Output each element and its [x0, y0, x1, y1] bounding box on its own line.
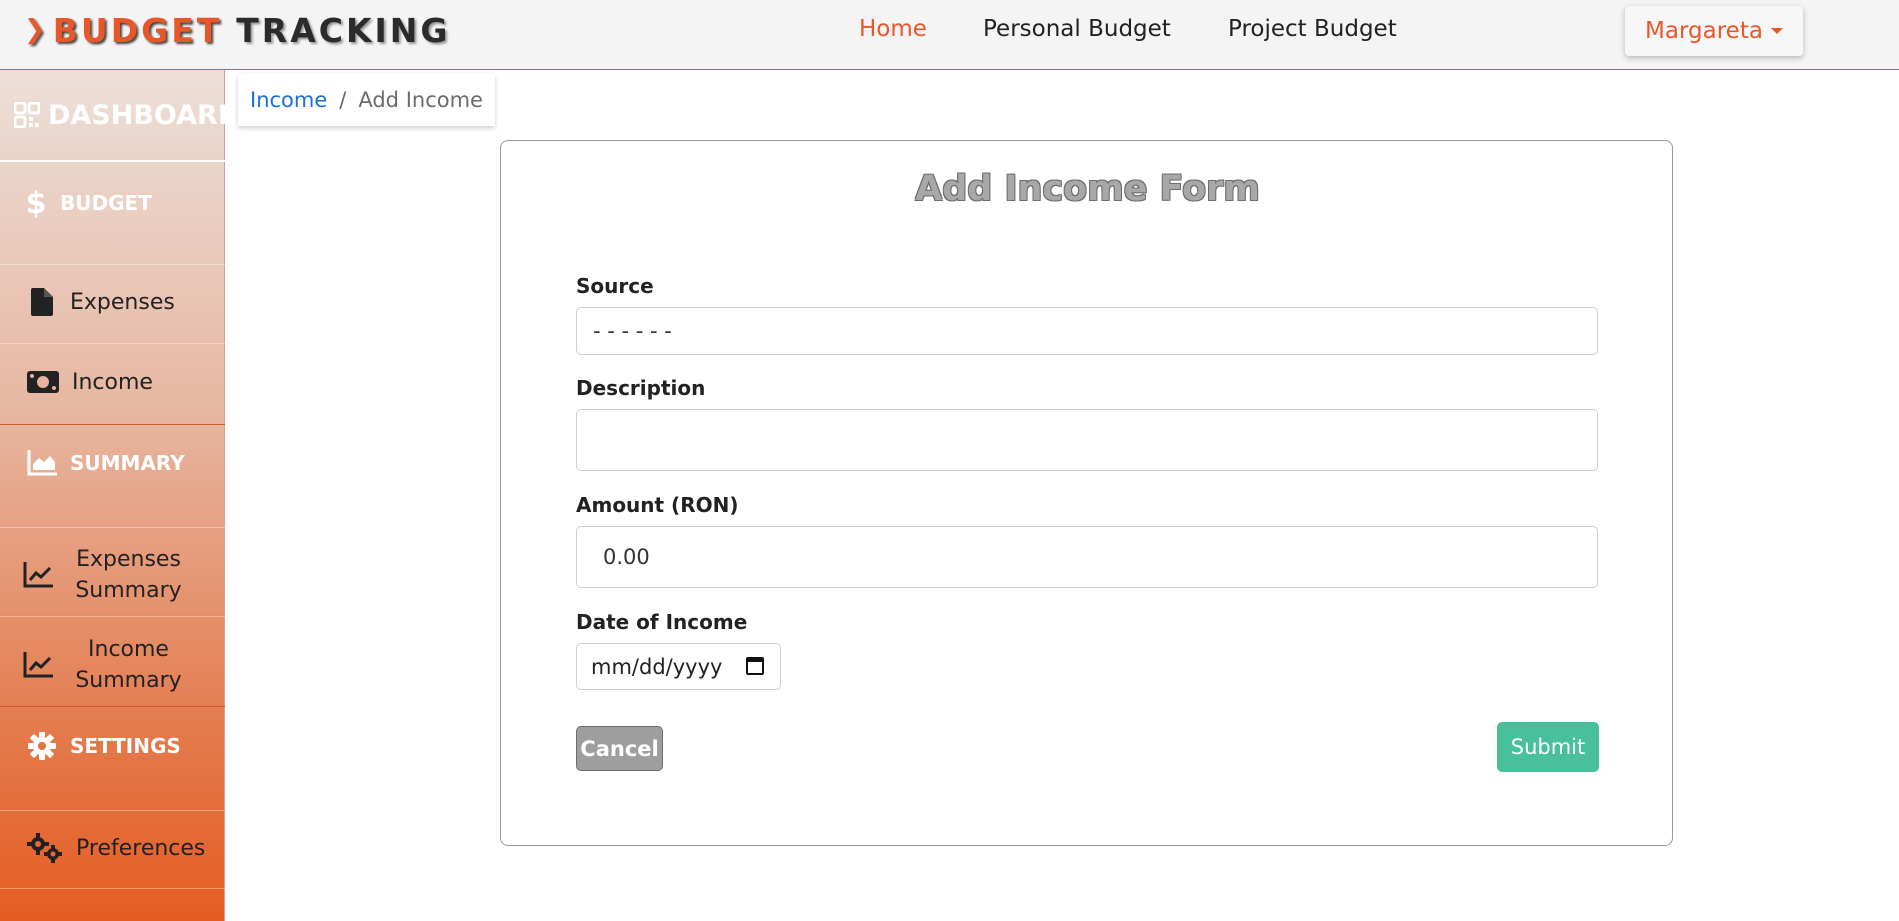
source-select-value: - - - - - - — [593, 319, 672, 343]
amount-input-value: 0.00 — [603, 545, 650, 569]
sidebar-item-label-line2: Summary — [75, 578, 182, 603]
nav-personal-budget-link[interactable]: Personal Budget — [983, 16, 1171, 42]
chart-area-icon — [26, 447, 58, 479]
sidebar: DASHBOARD $ BUDGET Expenses Income SUMMA… — [0, 70, 240, 921]
dashboard-icon — [13, 101, 41, 129]
sidebar-item-summary[interactable]: SUMMARY — [0, 433, 225, 493]
sidebar-divider — [0, 810, 225, 811]
sidebar-item-label: SETTINGS — [70, 734, 181, 758]
date-input-placeholder: mm/dd/yyyy — [591, 654, 723, 679]
sidebar-divider — [0, 343, 225, 344]
file-icon — [26, 286, 58, 318]
sidebar-divider — [0, 424, 225, 425]
sidebar-dashboard-label: DASHBOARD — [48, 99, 241, 131]
user-menu-button[interactable]: Margareta — [1625, 6, 1803, 56]
gear-icon — [26, 730, 58, 762]
amount-input[interactable]: 0.00 — [576, 526, 1598, 588]
caret-down-icon — [1770, 28, 1783, 34]
source-label: Source — [576, 274, 654, 298]
sidebar-item-settings[interactable]: SETTINGS — [0, 716, 225, 776]
date-label: Date of Income — [576, 610, 748, 634]
dollar-icon: $ — [25, 185, 47, 221]
sidebar-item-income[interactable]: Income — [0, 350, 225, 414]
source-select[interactable]: - - - - - - — [576, 307, 1598, 355]
sidebar-item-label-line1: Expenses — [76, 547, 181, 572]
sidebar-item-label-line1: Income — [88, 637, 169, 662]
top-navbar: ❯ BUDGET TRACKING Home Personal Budget P… — [0, 0, 1899, 70]
breadcrumb: Income / Add Income — [238, 74, 495, 126]
add-income-form-card: Add Income Form Source - - - - - - Descr… — [500, 140, 1673, 846]
sidebar-divider — [0, 706, 225, 707]
breadcrumb-separator: / — [339, 88, 347, 112]
cancel-button[interactable]: Cancel — [576, 726, 663, 771]
chart-line-icon — [22, 649, 54, 681]
sidebar-item-label: Income — [72, 369, 153, 395]
sidebar-item-label: BUDGET — [60, 191, 152, 215]
sidebar-divider — [0, 888, 225, 889]
sidebar-dashboard[interactable]: DASHBOARD — [0, 70, 240, 162]
sidebar-item-label: Expenses — [70, 289, 175, 315]
sidebar-item-expenses[interactable]: Expenses — [0, 270, 225, 334]
nav-home-link[interactable]: Home — [859, 16, 927, 42]
amount-label: Amount (RON) — [576, 493, 739, 517]
sidebar-divider — [0, 616, 225, 617]
sidebar-divider — [0, 264, 225, 265]
gears-icon — [26, 832, 64, 864]
sidebar-item-label-line2: Summary — [75, 668, 182, 693]
sidebar-item-budget[interactable]: $ BUDGET — [0, 178, 225, 228]
nav-links: Home Personal Budget Project Budget — [0, 0, 1899, 62]
description-input[interactable] — [576, 409, 1598, 471]
calendar-icon[interactable] — [746, 657, 764, 675]
description-label: Description — [576, 376, 706, 400]
sidebar-item-preferences[interactable]: Preferences — [0, 816, 225, 880]
sidebar-item-income-summary[interactable]: Income Summary — [0, 627, 225, 703]
money-bill-icon — [26, 366, 60, 398]
breadcrumb-income-link[interactable]: Income — [250, 88, 327, 112]
nav-project-budget-link[interactable]: Project Budget — [1228, 16, 1397, 42]
sidebar-item-label: SUMMARY — [70, 451, 185, 475]
chart-line-icon — [22, 559, 54, 591]
submit-button[interactable]: Submit — [1497, 722, 1599, 772]
sidebar-divider — [0, 527, 225, 528]
sidebar-item-label: Preferences — [76, 835, 206, 861]
form-title: Add Income Form — [915, 169, 1260, 209]
date-input[interactable]: mm/dd/yyyy — [576, 643, 781, 690]
breadcrumb-current: Add Income — [358, 88, 483, 112]
user-name: Margareta — [1645, 18, 1763, 44]
sidebar-item-expenses-summary[interactable]: Expenses Summary — [0, 537, 225, 613]
